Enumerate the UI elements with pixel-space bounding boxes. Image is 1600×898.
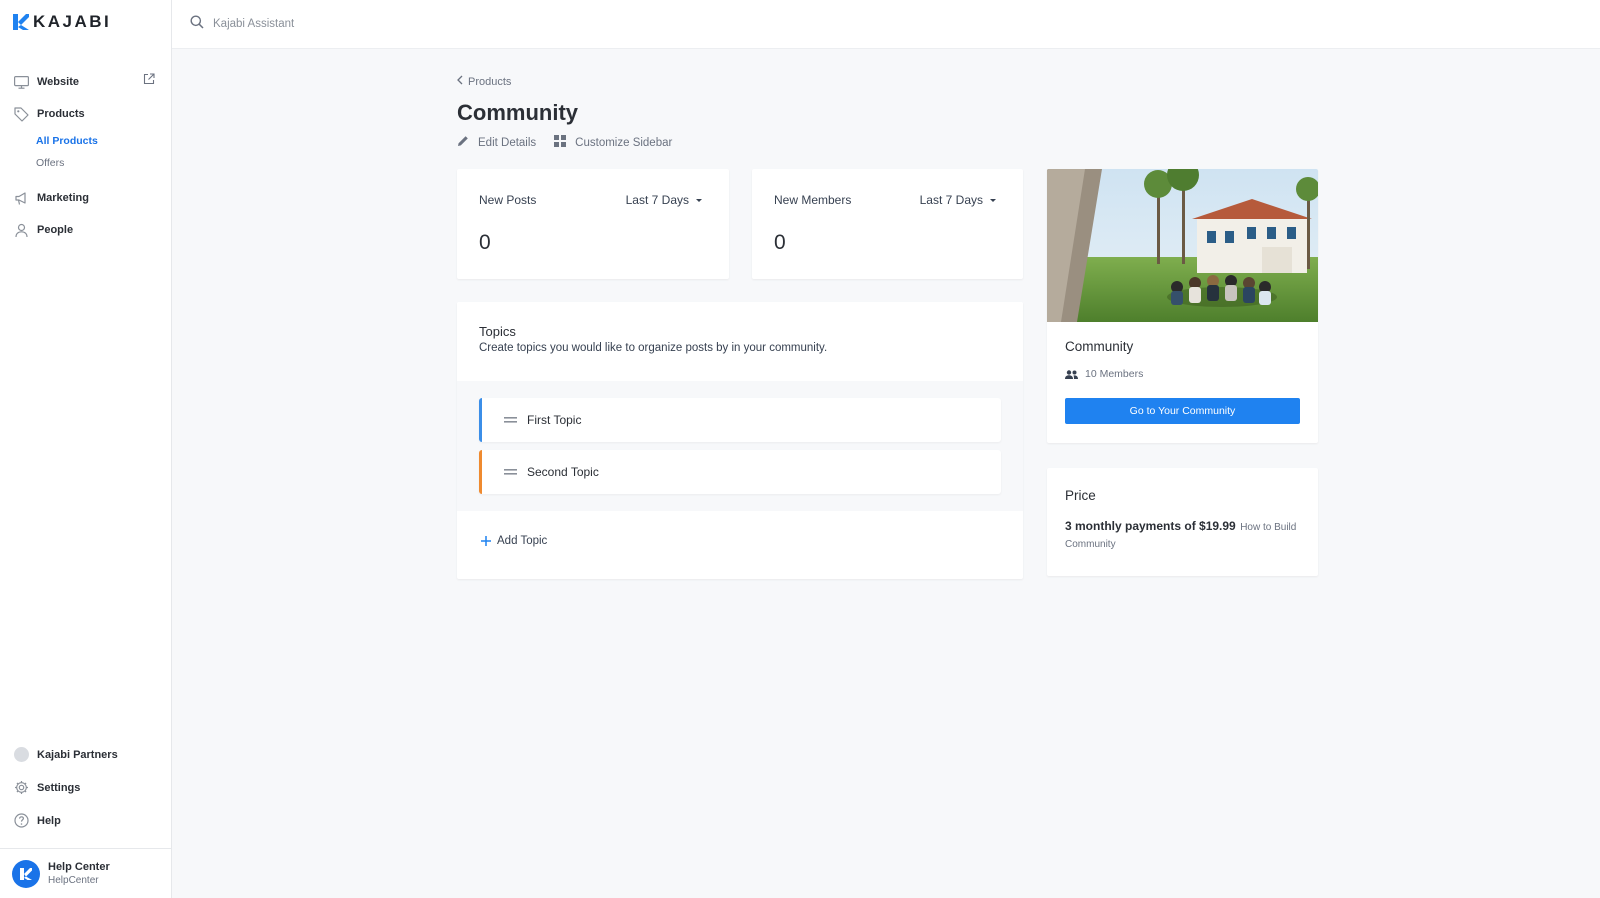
sidebar-item-label: Help (37, 814, 61, 827)
drag-handle-icon[interactable] (504, 469, 517, 475)
community-card: Community 10 Members Go to Your Communit… (1047, 169, 1318, 443)
breadcrumb-link[interactable]: Products (468, 76, 511, 88)
sidebar-item-products[interactable]: Products (0, 98, 172, 130)
kajabi-logo-icon (13, 14, 29, 30)
grid-icon (554, 135, 567, 150)
add-topic-label: Add Topic (497, 535, 548, 547)
go-to-community-button[interactable]: Go to Your Community (1065, 398, 1300, 424)
sidebar-item-people[interactable]: People (0, 214, 172, 246)
sidebar-item-label: People (37, 224, 74, 236)
sidebar-bottom-nav: Kajabi Partners Settings Help (0, 738, 172, 837)
sidebar-item-marketing[interactable]: Marketing (0, 182, 172, 214)
megaphone-icon (13, 190, 29, 206)
sidebar-subitem-offers[interactable]: Offers (0, 152, 172, 174)
stat-label: New Posts (479, 193, 537, 207)
customize-sidebar-label: Customize Sidebar (575, 136, 673, 149)
add-topic-button[interactable]: Add Topic (481, 535, 547, 547)
sidebar-item-settings[interactable]: Settings (0, 771, 172, 804)
community-members: 10 Members (1065, 368, 1143, 380)
members-count: 10 Members (1085, 368, 1144, 380)
new-posts-card: New Posts Last 7 Days 0 (457, 169, 729, 279)
customize-sidebar-button[interactable]: Customize Sidebar (554, 135, 672, 150)
sidebar-item-label: Settings (37, 781, 81, 794)
edit-details-button[interactable]: Edit Details (457, 135, 536, 150)
search-input[interactable] (213, 18, 513, 30)
topics-title: Topics (479, 324, 516, 339)
sidebar-item-label: Marketing (37, 192, 89, 204)
topic-row[interactable]: First Topic (479, 398, 1001, 442)
date-range-label: Last 7 Days (625, 193, 689, 207)
caret-down-icon (990, 198, 996, 202)
price-card: Price 3 monthly payments of $19.99 How t… (1047, 468, 1318, 576)
breadcrumb[interactable]: Products (457, 75, 511, 88)
topics-list: First Topic Second Topic (457, 381, 1023, 511)
sidebar-item-label: Products (37, 108, 85, 120)
sidebar-item-label: Website (37, 76, 79, 88)
kajabi-avatar-icon (20, 867, 32, 880)
sidebar-item-kajabi-partners[interactable]: Kajabi Partners (0, 738, 172, 771)
date-range-dropdown[interactable]: Last 7 Days (626, 193, 703, 207)
stat-value: 0 (774, 231, 786, 254)
main-nav: Website Products All Products Offers Mar… (0, 66, 172, 246)
sidebar-item-help[interactable]: Help (0, 804, 172, 837)
monitor-icon (13, 74, 29, 90)
price-details: 3 monthly payments of $19.99 How to Buil… (1065, 518, 1300, 552)
help-circle-icon (13, 813, 29, 829)
help-center-sub: HelpCenter (48, 875, 99, 886)
person-icon (13, 222, 29, 238)
price-title: Price (1065, 488, 1096, 503)
help-center-account[interactable]: Help Center HelpCenter (0, 848, 172, 898)
sidebar-item-website[interactable]: Website (0, 66, 172, 98)
avatar (12, 859, 40, 888)
new-members-card: New Members Last 7 Days 0 (752, 169, 1023, 279)
topbar (172, 0, 1600, 49)
drag-handle-icon[interactable] (504, 417, 517, 423)
search-icon (190, 15, 204, 34)
plus-icon (481, 536, 491, 546)
tag-icon (13, 106, 29, 122)
sidebar-subitem-all-products[interactable]: All Products (0, 130, 172, 152)
edit-details-label: Edit Details (478, 136, 537, 149)
topic-label: First Topic (527, 413, 582, 427)
partners-icon (13, 747, 29, 763)
date-range-label: Last 7 Days (919, 193, 983, 207)
topics-card: Topics Create topics you would like to o… (457, 302, 1023, 579)
page-actions: Edit Details Customize Sidebar (457, 135, 690, 150)
stat-value: 0 (479, 231, 491, 254)
help-center-name: Help Center (48, 861, 110, 873)
gear-icon (13, 780, 29, 796)
community-cover-image (1047, 169, 1318, 322)
topics-description: Create topics you would like to organize… (479, 342, 828, 354)
date-range-dropdown[interactable]: Last 7 Days (920, 193, 997, 207)
caret-down-icon (696, 198, 702, 202)
sidebar: KAJABI Website Products All Products Off… (0, 0, 172, 898)
topic-label: Second Topic (527, 465, 599, 479)
page-title: Community (457, 100, 578, 125)
people-icon (1065, 369, 1078, 379)
brand-name: KAJABI (33, 12, 112, 31)
pencil-icon (457, 135, 469, 150)
topics-header: Topics Create topics you would like to o… (457, 302, 1023, 381)
price-amount: 3 monthly payments of $19.99 (1065, 519, 1236, 533)
external-link-icon[interactable] (143, 73, 155, 88)
chevron-left-icon (457, 75, 463, 88)
community-title: Community (1065, 339, 1134, 354)
topic-row[interactable]: Second Topic (479, 450, 1001, 494)
sidebar-item-label: Kajabi Partners (37, 748, 118, 761)
kajabi-logo[interactable]: KAJABI (13, 12, 111, 32)
stat-label: New Members (774, 193, 852, 207)
